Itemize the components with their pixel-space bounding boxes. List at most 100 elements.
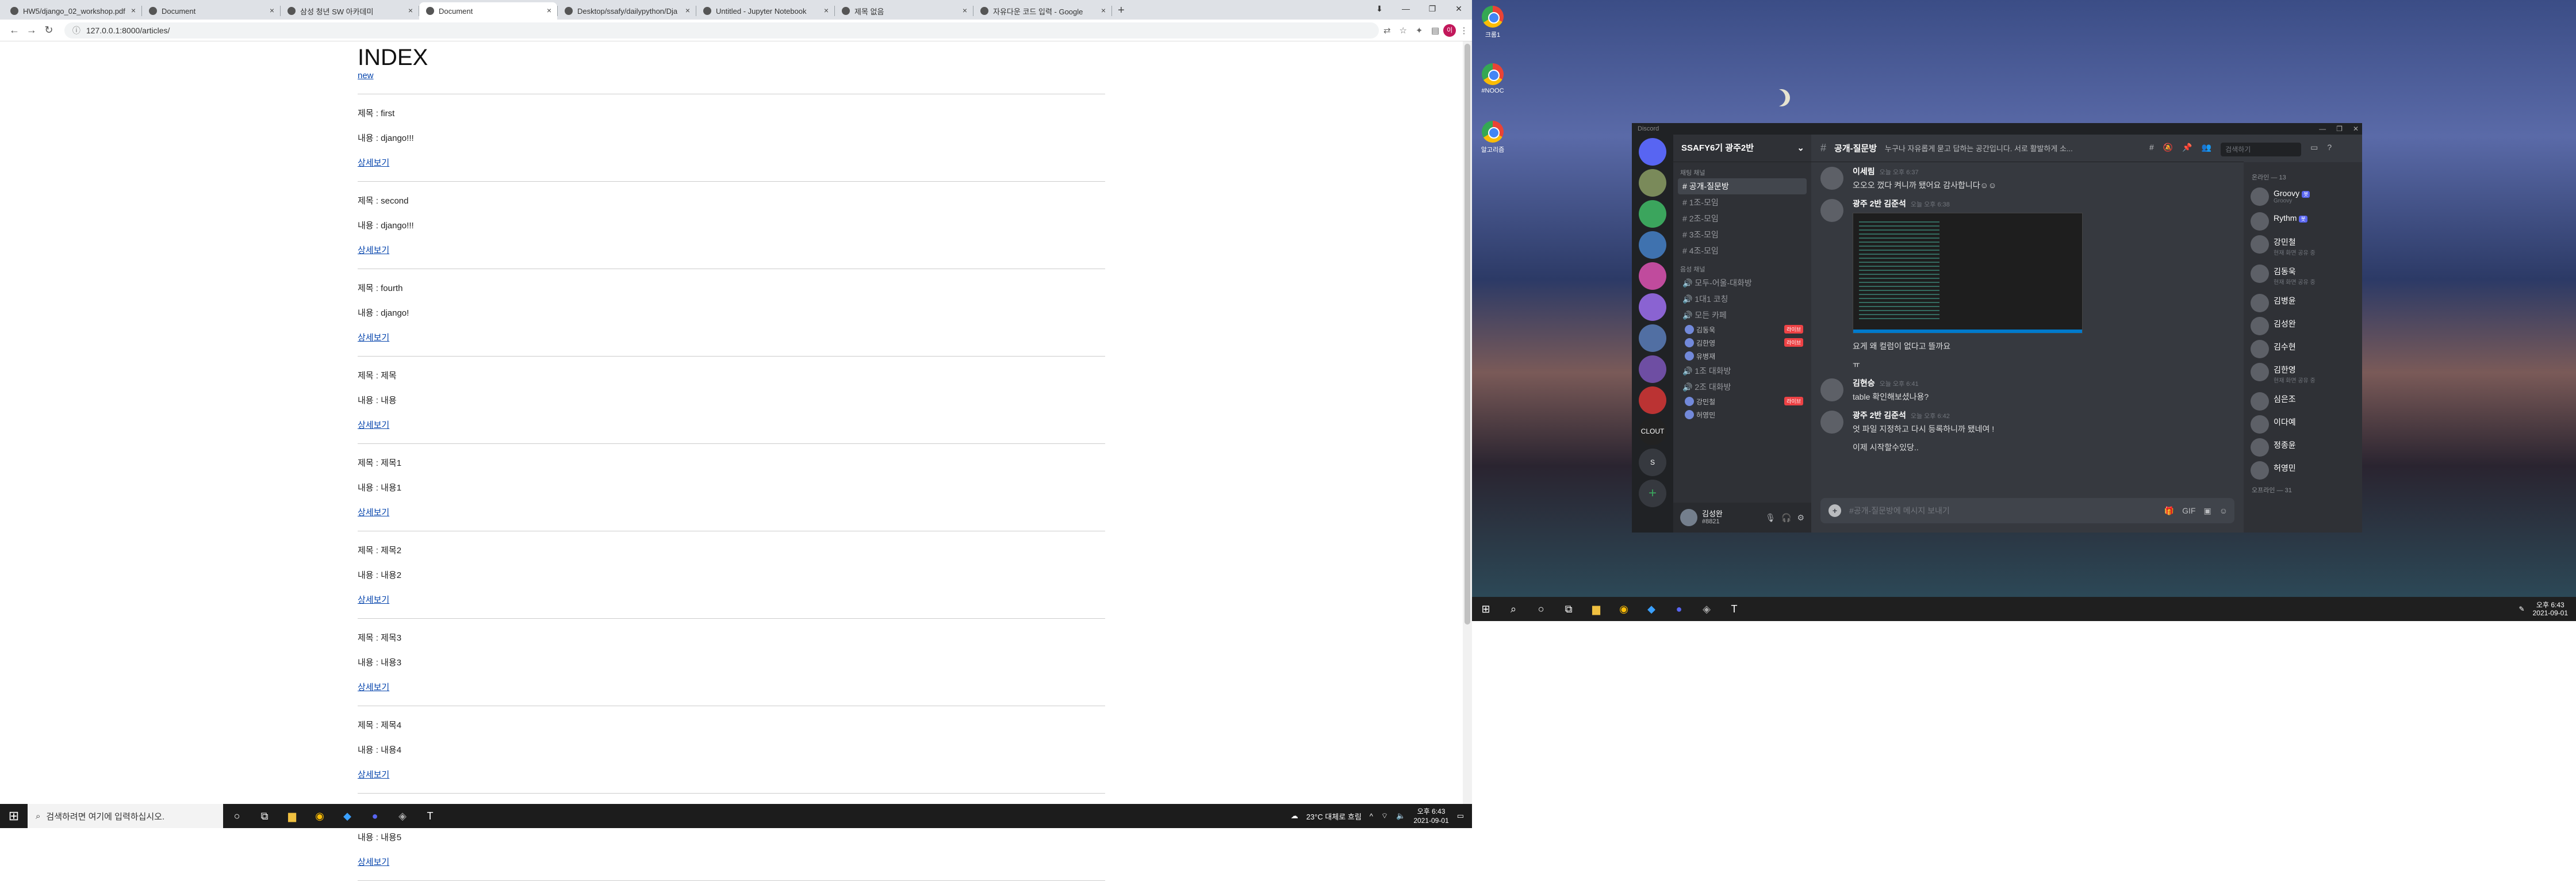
typora-icon[interactable]: T [1720,603,1748,615]
detail-link[interactable]: 상세보기 [358,856,389,868]
channel-topic[interactable]: 누구나 자유롭게 묻고 답하는 공간입니다. 서로 활발하게 소... [1885,143,2073,154]
text-category[interactable]: 채팅 채널 [1673,162,1811,178]
maximize-icon[interactable]: ❐ [1419,0,1446,17]
member-item[interactable]: 김한영 현재 화면 공유 중 [2244,359,2362,389]
desktop-shortcut[interactable]: #NOOC [1477,63,1509,94]
file-explorer-icon[interactable]: ▆ [1582,603,1610,615]
taskbar-clock[interactable]: 오후 6:43 2021-09-01 [2533,601,2568,617]
text-channel[interactable]: # 1조-모임 [1673,194,1811,210]
inbox-icon[interactable]: ▭ [2310,143,2318,156]
detail-link[interactable]: 상세보기 [358,681,389,693]
member-item[interactable]: 허영민 [2244,458,2362,481]
header-search[interactable]: 검색하기 [2221,143,2302,156]
voice-channel[interactable]: 🔊 모두-어울-대화방 [1673,275,1811,291]
gif-icon[interactable]: GIF [2182,506,2195,516]
new-tab-button[interactable]: + [1118,4,1125,17]
network-icon[interactable]: ⌔ [1381,811,1388,821]
message-avatar[interactable] [1820,378,1843,401]
close-tab-icon[interactable]: × [270,6,274,15]
avatar[interactable] [1680,509,1697,526]
desktop-shortcut[interactable]: 알고리즘 [1477,121,1509,154]
member-item[interactable]: 강민철 현재 화면 공유 중 [2244,232,2362,261]
detail-link[interactable]: 상세보기 [358,156,389,168]
browser-tab[interactable]: 자유다운 코드 입력 - Google × [973,2,1111,20]
task-view-icon[interactable]: ⧉ [251,810,278,822]
detail-link[interactable]: 상세보기 [358,506,389,518]
discord-icon[interactable]: ● [361,810,389,822]
tab-search-icon[interactable]: ⬇ [1366,0,1393,17]
message-author[interactable]: 광주 2반 김준석 [1853,199,1906,208]
close-tab-icon[interactable]: × [963,6,967,15]
text-channel[interactable]: # 공개-질문방 [1678,178,1807,194]
server-icon[interactable] [1639,231,1666,259]
voice-user[interactable]: 김동욱 라이브 [1673,323,1811,336]
close-tab-icon[interactable]: × [685,6,690,15]
member-item[interactable]: 김병윤 [2244,290,2362,313]
task-view-icon[interactable]: ⧉ [1555,603,1582,615]
add-attachment-icon[interactable]: + [1828,504,1841,517]
gift-icon[interactable]: 🎁 [2164,506,2174,516]
server-icon[interactable] [1639,169,1666,197]
emoji-icon[interactable]: ☺ [2220,506,2228,516]
pen-icon[interactable]: ✎ [2519,605,2525,613]
member-item[interactable]: Rythm 봇 [2244,209,2362,232]
vscode-icon[interactable]: ◆ [334,810,361,822]
windows-start-icon[interactable]: ⊞ [0,809,28,823]
member-item[interactable]: 김동욱 현재 화면 공유 중 [2244,261,2362,290]
minimize-icon[interactable]: — [1393,0,1419,17]
tray-chevron-icon[interactable]: ^ [1370,812,1373,821]
member-item[interactable]: Groovy 봇 Groovy [2244,184,2362,209]
vscode-icon[interactable]: ◆ [1638,603,1665,615]
voice-user[interactable]: 유병재 [1673,350,1811,363]
cortana-icon[interactable]: ○ [1527,603,1555,615]
browser-tab[interactable]: HW5/django_02_workshop.pdf × [3,2,141,20]
browser-tab[interactable]: Document × [419,2,557,20]
minimize-icon[interactable]: — [2319,123,2326,135]
server-icon[interactable]: S [1639,449,1666,476]
info-icon[interactable]: ⓘ [72,25,80,36]
message-avatar[interactable] [1820,411,1843,434]
detail-link[interactable]: 상세보기 [358,244,389,256]
headphones-icon[interactable]: 🎧 [1781,513,1791,523]
new-article-link[interactable]: new [358,71,374,81]
bookmark-star-icon[interactable]: ☆ [1395,25,1411,36]
maximize-icon[interactable]: ❐ [2336,123,2343,135]
address-bar[interactable]: ⓘ 127.0.0.1:8000/articles/ [64,22,1379,39]
help-icon[interactable]: ? [2327,143,2332,156]
browser-tab[interactable]: Untitled - Jupyter Notebook × [696,2,834,20]
member-item[interactable]: 심은조 [2244,389,2362,412]
chrome-icon[interactable]: ◉ [1610,603,1638,615]
text-channel[interactable]: # 4조-모임 [1673,243,1811,259]
close-tab-icon[interactable]: × [408,6,413,15]
reload-button[interactable]: ↻ [40,24,57,36]
server-icon[interactable] [1639,355,1666,383]
member-item[interactable]: 김수현 [2244,336,2362,359]
threads-icon[interactable]: # [2149,143,2154,156]
profile-avatar[interactable]: 이 [1443,24,1456,37]
windows-start-icon[interactable]: ⊞ [1472,603,1500,615]
server-icon[interactable] [1639,200,1666,228]
forward-button[interactable]: → [23,24,40,36]
member-item[interactable]: 이다예 [2244,412,2362,435]
chrome-icon[interactable]: ◉ [306,810,334,822]
message-author[interactable]: 이세림 [1853,167,1875,176]
reading-list-icon[interactable]: ▤ [1427,25,1443,36]
scrollbar-thumb[interactable] [1465,44,1470,625]
desktop-shortcut[interactable]: 크롬1 [1477,6,1509,39]
voice-user[interactable]: 강민철 라이브 [1673,395,1811,408]
voice-channel[interactable]: 🔊 모든 카페 [1673,307,1811,323]
taskbar-clock[interactable]: 오후 6:43 2021-09-01 [1413,807,1448,825]
server-name[interactable]: SSAFY6기 광주2반 ⌄ [1673,135,1811,162]
sticker-icon[interactable]: ▣ [2203,506,2211,516]
back-button[interactable]: ← [6,24,23,36]
close-tab-icon[interactable]: × [131,6,136,15]
gear-icon[interactable]: ⚙ [1797,513,1804,523]
close-tab-icon[interactable]: × [824,6,829,15]
message-avatar[interactable] [1820,167,1843,190]
server-icon[interactable] [1639,324,1666,352]
pin-icon[interactable]: 📌 [2182,143,2192,156]
add-server-button[interactable]: + [1639,480,1666,507]
voice-user[interactable]: 허영민 [1673,408,1811,422]
message-author[interactable]: 광주 2반 김준석 [1853,411,1906,420]
close-icon[interactable]: ✕ [2353,123,2359,135]
